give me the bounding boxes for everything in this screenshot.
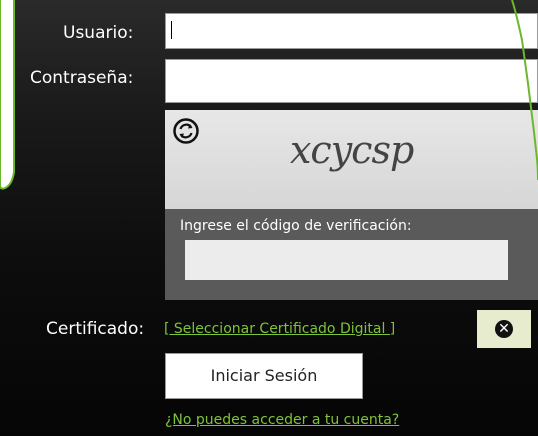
- password-label: Contraseña:: [30, 68, 134, 88]
- login-panel: Usuario: Contraseña: xcycsp Ingrese el c…: [0, 0, 538, 436]
- text-caret: [171, 21, 172, 39]
- captcha-text: xcycsp: [290, 128, 414, 172]
- captcha-image: xcycsp: [165, 110, 538, 209]
- clear-certificate-button[interactable]: ✕: [477, 310, 531, 348]
- login-button[interactable]: Iniciar Sesión: [165, 353, 363, 399]
- refresh-icon[interactable]: [173, 118, 199, 144]
- verify-label: Ingrese el código de verificación:: [180, 218, 412, 234]
- select-certificate-link[interactable]: [ Seleccionar Certificado Digital ]: [164, 321, 395, 337]
- captcha-area: xcycsp Ingrese el código de verificación…: [165, 110, 538, 300]
- forgot-account-link[interactable]: ¿No puedes acceder a tu cuenta?: [165, 412, 399, 428]
- verify-code-input[interactable]: [185, 240, 508, 280]
- username-input[interactable]: [165, 13, 538, 49]
- certificate-label: Certificado:: [46, 319, 145, 339]
- username-label: Usuario:: [63, 23, 134, 43]
- password-input[interactable]: [165, 59, 538, 103]
- close-circle-icon: ✕: [495, 320, 513, 338]
